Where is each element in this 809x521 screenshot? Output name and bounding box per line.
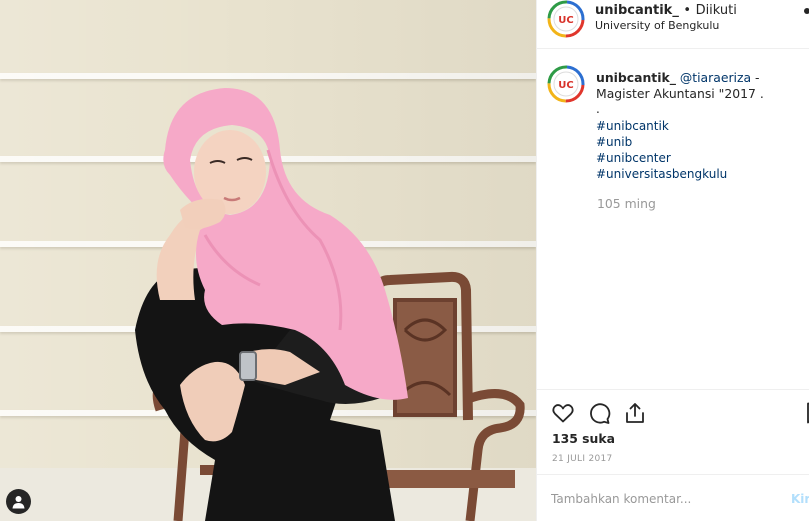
username-link[interactable]: unibcantik_ [595, 3, 679, 18]
hashtag-link[interactable]: #universitasbengkulu [596, 166, 727, 182]
caption-area: UC unibcantik_ @tiaraeriza - Magister Ak… [537, 50, 809, 388]
separator-dot: • [683, 3, 692, 18]
post-header: UC unibcantik_ • Diikuti University of B… [537, 0, 809, 49]
follow-status[interactable]: Diikuti [696, 3, 737, 18]
tagged-people-icon[interactable] [6, 489, 31, 514]
comment-icon[interactable] [587, 401, 611, 425]
post-date: 21 JULI 2017 [552, 454, 613, 464]
caption-text: unibcantik_ @tiaraeriza - Magister Akunt… [596, 70, 808, 102]
post-comment-button[interactable]: Kirim [791, 492, 809, 506]
bookmark-icon[interactable] [803, 401, 809, 425]
hashtag-link[interactable]: #unibcantik [596, 118, 727, 134]
share-icon[interactable] [623, 401, 647, 425]
hashtag-link[interactable]: #unib [596, 134, 727, 150]
post-photo-illustration [135, 88, 525, 521]
caption-avatar-logo-text: UC [558, 80, 573, 91]
location-link[interactable]: University of Bengkulu [595, 19, 719, 32]
caption-dot: . [596, 102, 600, 116]
comment-bar: Kirim [537, 474, 809, 521]
header-username-line: unibcantik_ • Diikuti [595, 3, 737, 18]
hashtag-link[interactable]: #unibcenter [596, 150, 727, 166]
caption-time-ago: 105 ming [597, 196, 656, 211]
hashtag-list: #unibcantik #unib #unibcenter #universit… [596, 118, 727, 182]
caption-username[interactable]: unibcantik_ [596, 70, 676, 85]
comment-input[interactable] [551, 489, 781, 509]
mention-link[interactable]: @tiaraeriza [680, 70, 751, 85]
post-panel: UC unibcantik_ • Diikuti University of B… [536, 0, 809, 521]
watch [239, 351, 257, 381]
like-count[interactable]: 135 suka [552, 431, 615, 446]
heart-icon[interactable] [551, 401, 575, 425]
avatar-logo-text: UC [558, 15, 573, 26]
avatar[interactable]: UC [547, 0, 585, 38]
action-bar: 135 suka 21 JULI 2017 [537, 389, 809, 474]
more-options-icon[interactable] [804, 8, 809, 14]
post-photo[interactable] [0, 0, 536, 521]
caption-avatar[interactable]: UC [547, 65, 585, 103]
